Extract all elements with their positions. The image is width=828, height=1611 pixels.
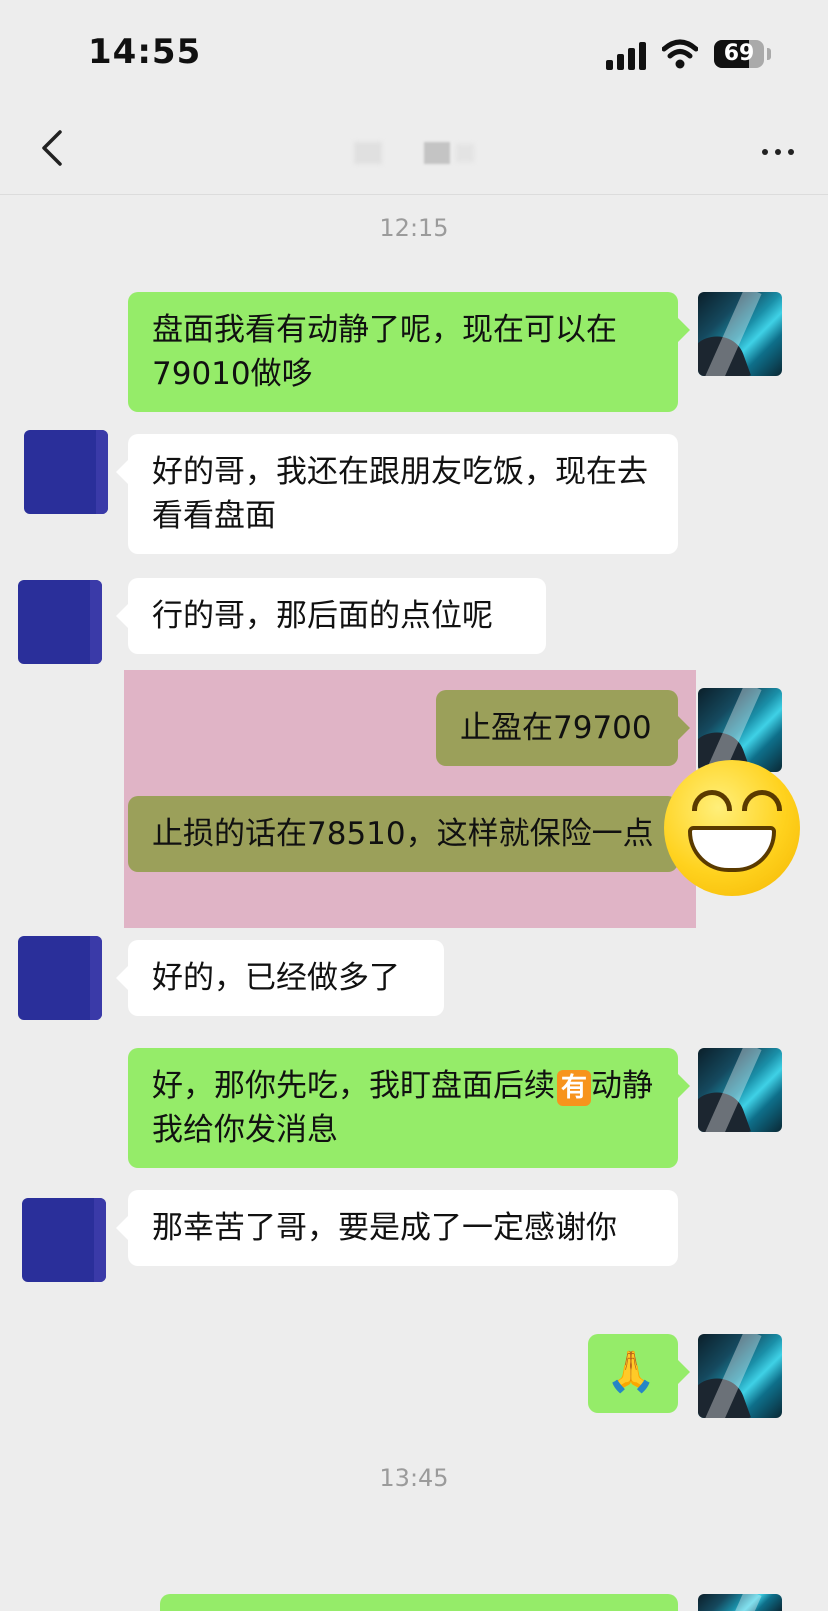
status-bar: 14:55 69 [0, 0, 828, 110]
cellular-signal-icon [606, 42, 650, 70]
message-bubble-received[interactable]: 行的哥，那后面的点位呢 [116, 578, 546, 654]
avatar-contact[interactable] [18, 580, 102, 664]
avatar-contact[interactable] [24, 430, 108, 514]
chevron-left-icon[interactable] [34, 126, 74, 170]
chat-nav-bar [0, 110, 828, 195]
avatar-self[interactable] [698, 1048, 782, 1132]
grinning-face-emoji [664, 760, 800, 896]
avatar-self[interactable] [698, 1594, 782, 1611]
message-text: 止损的话在78510，这样就保险一点 [152, 816, 654, 852]
message-text: 好，那你先吃，我盯盘面后续 [152, 1068, 555, 1104]
battery-percentage: 69 [723, 41, 755, 66]
message-bubble-sent[interactable]: 止盈在79700 [436, 690, 690, 766]
message-bubble-sent[interactable]: 止损的话在78510，这样就保险一点 [128, 796, 690, 872]
message-bubble-sent[interactable]: 🙏 [588, 1334, 690, 1413]
avatar-self[interactable] [698, 688, 782, 772]
message-bubble-sent[interactable]: 盘面我看有动静了呢，现在可以在79010做哆 [128, 292, 690, 412]
message-bubble-sent[interactable]: 好，那你先吃，我盯盘面后续有动静我给你发消息 [128, 1048, 690, 1168]
message-text: 盘面我看有动静了呢，现在可以在79010做哆 [152, 312, 617, 392]
message-text: 行的哥，那后面的点位呢 [152, 598, 493, 634]
message-text: 好的哥，我还在跟朋友吃饭，现在去看看盘面 [152, 454, 648, 534]
message-text: 止盈在79700 [460, 710, 652, 746]
message-bubble-received[interactable]: 好的哥，我还在跟朋友吃饭，现在去看看盘面 [116, 434, 678, 554]
you-badge-emoji: 有 [557, 1069, 591, 1106]
chat-title-redacted [340, 140, 480, 168]
battery-tip [767, 48, 771, 60]
message-bubble-sent-partial[interactable] [160, 1594, 678, 1611]
timestamp: 13:45 [379, 1464, 449, 1492]
status-time: 14:55 [88, 32, 202, 72]
folded-hands-icon: 🙏 [606, 1349, 656, 1395]
ellipsis-icon[interactable] [760, 144, 796, 160]
avatar-contact[interactable] [22, 1198, 106, 1282]
message-text: 好的，已经做多了 [152, 960, 400, 996]
avatar-self[interactable] [698, 292, 782, 376]
wifi-icon [662, 39, 698, 69]
battery-icon: 69 [714, 40, 764, 68]
message-text: 那幸苦了哥，要是成了一定感谢你 [152, 1210, 617, 1246]
avatar-self[interactable] [698, 1334, 782, 1418]
message-bubble-received[interactable]: 那幸苦了哥，要是成了一定感谢你 [116, 1190, 678, 1266]
timestamp: 12:15 [379, 214, 449, 242]
message-bubble-received[interactable]: 好的，已经做多了 [116, 940, 444, 1016]
avatar-contact[interactable] [18, 936, 102, 1020]
